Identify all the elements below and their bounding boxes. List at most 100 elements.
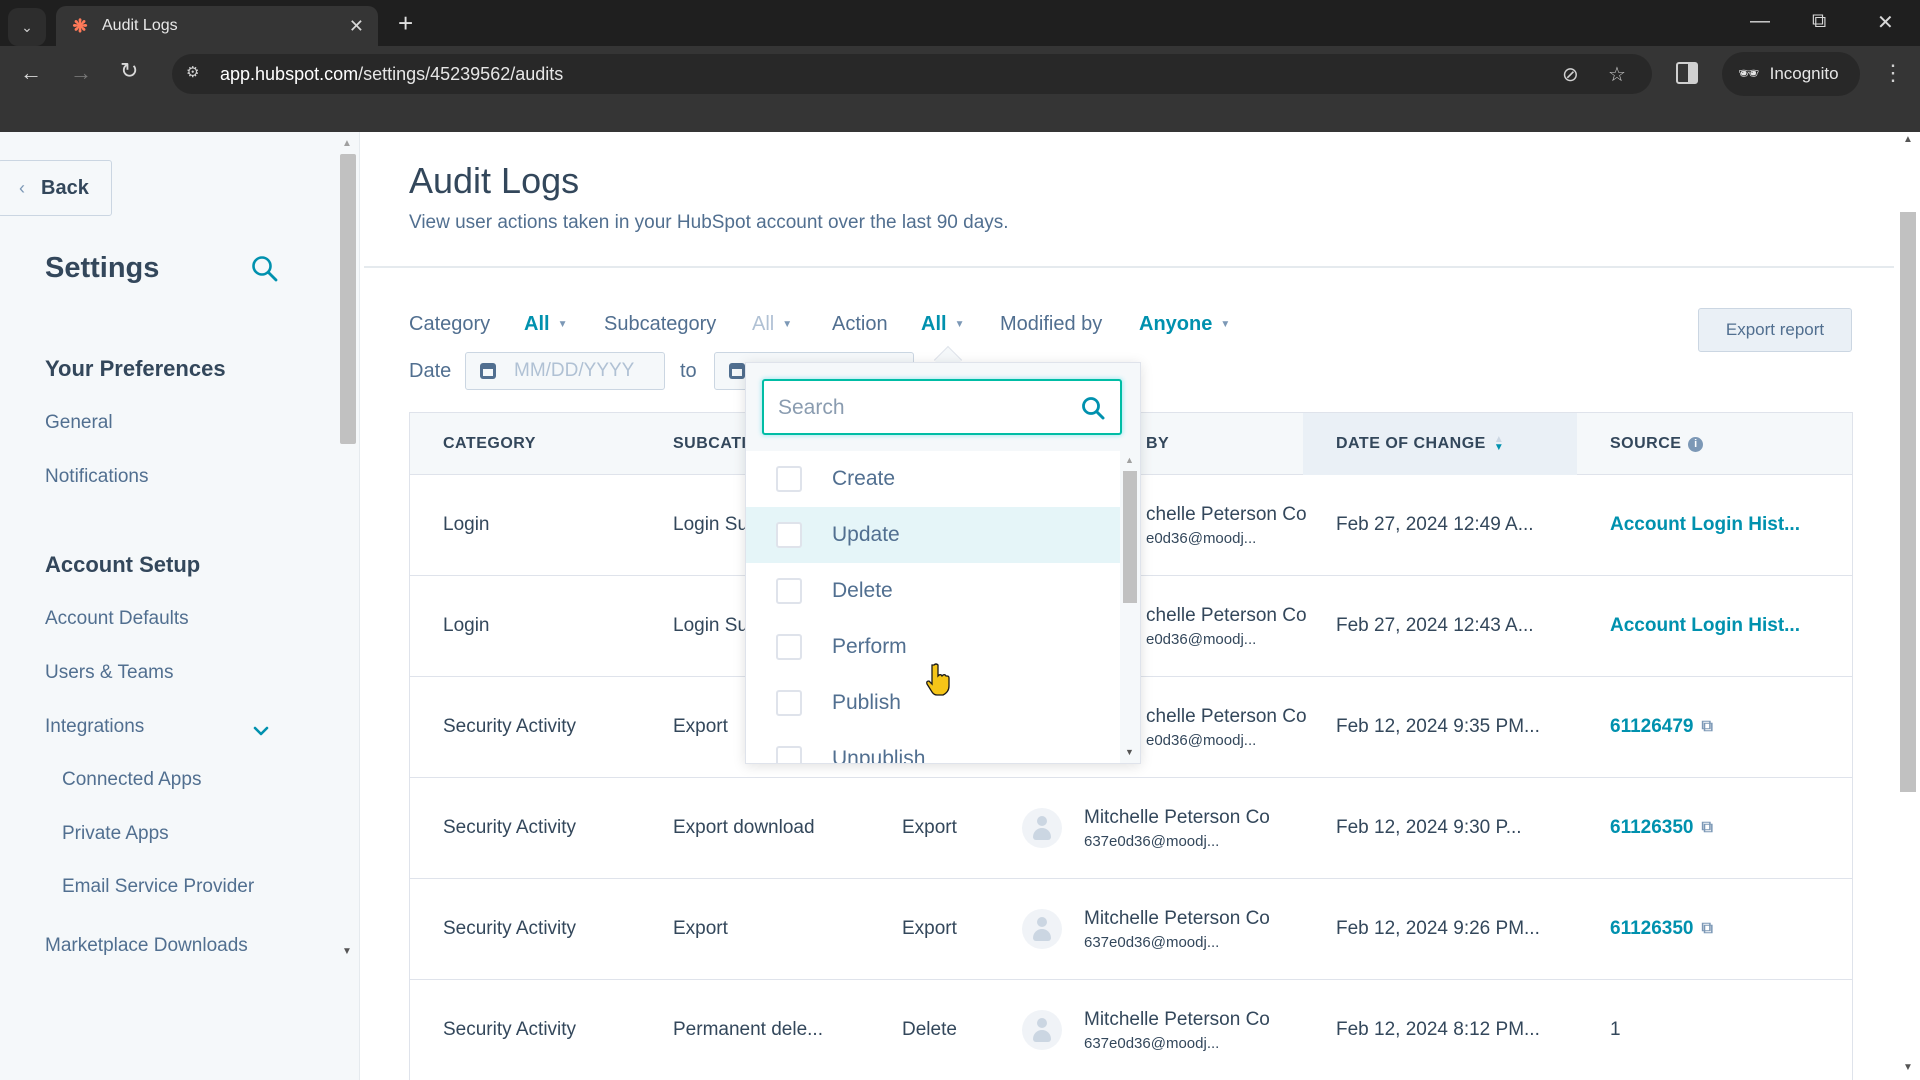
reload-icon[interactable]: ↻ [120,58,138,84]
cell-date: Feb 27, 2024 12:43 A... [1336,615,1534,636]
source-link[interactable]: 61126350 ⧉ [1610,778,1713,878]
action-option-delete[interactable]: Delete [746,563,1124,619]
page-scrollbar-thumb[interactable] [1900,212,1916,792]
search-icon [1082,397,1105,420]
action-filter-dropdown[interactable]: All ▼ [921,313,964,336]
cell-modified-by: Mitchelle Peterson Co 637e0d36@moodj... [1022,879,1270,979]
scroll-up-arrow-icon[interactable]: ▲ [1903,134,1913,145]
checkbox[interactable] [776,466,802,492]
scroll-up-arrow-icon[interactable]: ▲ [1125,455,1134,465]
minimize-window-icon[interactable]: — [1750,10,1770,33]
sidebar-item-notifications[interactable]: Notifications [45,466,149,488]
checkbox[interactable] [776,690,802,716]
header-divider [364,266,1894,268]
back-arrow-icon[interactable]: ← [20,60,42,86]
column-header-subcategory[interactable]: SUBCATI [673,413,746,475]
checkbox[interactable] [776,746,802,763]
date-of-change-label: DATE OF CHANGE [1336,435,1486,452]
action-search-input[interactable] [778,393,1078,423]
cell-subcategory: Export [673,716,728,737]
settings-title: Settings [45,252,160,284]
sidebar-item-private-apps[interactable]: Private Apps [62,823,169,845]
external-link-icon: ⧉ [1701,718,1713,735]
column-header-source[interactable]: SOURCE i [1610,413,1704,475]
back-button[interactable]: ‹ Back [0,160,112,216]
modified-by-filter-dropdown[interactable]: Anyone ▼ [1139,313,1230,336]
new-tab-button[interactable]: + [398,10,413,36]
subcategory-filter-label: Subcategory [604,313,717,335]
action-option-create[interactable]: Create [746,451,1124,507]
incognito-badge[interactable]: 🕶 Incognito [1722,52,1860,96]
bookmark-star-icon[interactable]: ☆ [1608,62,1626,87]
url-path: /settings/45239562/audits [358,64,564,84]
category-filter-dropdown[interactable]: All ▼ [524,313,567,336]
option-label: Update [832,523,900,546]
table-row: Security Activity Permanent dele... Dele… [410,980,1852,1080]
cell-category: Login [443,514,490,535]
action-option-update[interactable]: Update [746,507,1124,563]
table-row: Security Activity Export download Export… [410,778,1852,879]
source-link[interactable]: 61126350 ⧉ [1610,879,1713,979]
site-info-icon[interactable]: ⚙ [186,63,210,85]
close-window-icon[interactable]: ✕ [1877,10,1894,35]
cell-category: Security Activity [443,918,577,939]
eye-slash-icon[interactable]: ⊘ [1562,62,1579,87]
user-name: chelle Peterson Co [1146,604,1307,626]
sidebar-item-connected-apps[interactable]: Connected Apps [62,769,201,791]
sidebar-item-integrations[interactable]: Integrations [45,716,144,738]
date-from-input[interactable]: MM/DD/YYYY [465,352,665,390]
search-icon[interactable] [250,254,280,284]
export-report-button[interactable]: Export report [1698,308,1852,352]
option-label: Unpublish [832,747,926,763]
action-option-unpublish[interactable]: Unpublish [746,731,1124,763]
source-link[interactable]: Account Login Hist... [1610,475,1800,575]
cell-modified-by: chelle Peterson Co e0d36@moodj... [1146,576,1307,676]
scroll-up-arrow-icon[interactable]: ▲ [342,138,352,149]
sidebar-item-general[interactable]: General [45,412,113,434]
source-link[interactable]: 61126479 ⧉ [1610,677,1713,777]
source-link[interactable]: Account Login Hist... [1610,576,1800,676]
browser-menu-icon[interactable]: ⋮ [1882,60,1904,86]
checkbox[interactable] [776,634,802,660]
url-text[interactable]: app.hubspot.com/settings/45239562/audits [220,64,563,85]
user-email: 637e0d36@moodj... [1084,1034,1220,1052]
calendar-icon [480,363,496,379]
checkbox[interactable] [776,578,802,604]
sidebar-item-email-service-provider[interactable]: Email Service Provider [62,876,254,898]
scroll-down-arrow-icon[interactable]: ▼ [1903,1062,1913,1073]
forward-arrow-icon[interactable]: → [70,60,92,86]
action-options-list: Create Update Delete Perform Publish Unp… [746,451,1124,763]
column-header-category[interactable]: CATEGORY [443,413,536,475]
column-header-modified-by[interactable]: BY [1146,413,1169,475]
checkbox[interactable] [776,522,802,548]
caret-down-icon: ▼ [557,319,568,331]
cell-subcategory: Export [673,918,728,939]
info-icon[interactable]: i [1688,436,1704,452]
column-header-date-of-change[interactable]: DATE OF CHANGE ▲ ▼ [1303,413,1577,475]
address-bar[interactable]: ⚙ app.hubspot.com/settings/45239562/audi… [172,54,1652,94]
cell-modified-by: Mitchelle Peterson Co 637e0d36@moodj... [1022,980,1270,1080]
cell-subcategory: Login Su [673,514,749,535]
page-title: Audit Logs [409,160,580,201]
incognito-label: Incognito [1769,64,1839,83]
scroll-down-arrow-icon[interactable]: ▼ [342,946,352,957]
sidebar-item-account-defaults[interactable]: Account Defaults [45,608,189,630]
sidebar-item-marketplace-downloads[interactable]: Marketplace Downloads [45,935,248,957]
restore-window-icon[interactable]: ⧉ [1812,10,1826,33]
sidebar-scrollbar-thumb[interactable] [340,154,356,444]
action-search-field[interactable] [762,379,1122,435]
dropdown-scrollbar-thumb[interactable] [1123,471,1137,603]
calendar-icon [729,363,745,379]
side-panel-icon[interactable] [1676,62,1698,84]
browser-tab-active[interactable]: ❋ Audit Logs ✕ [56,6,378,46]
avatar [1022,909,1062,949]
scroll-down-arrow-icon[interactable]: ▼ [1125,747,1134,757]
back-label: Back [41,176,89,199]
sidebar-item-users-teams[interactable]: Users & Teams [45,662,173,684]
close-tab-icon[interactable]: ✕ [349,16,364,37]
subcategory-filter-dropdown[interactable]: All ▼ [752,313,792,336]
tab-search-button[interactable]: ⌄ [8,8,46,46]
user-email: e0d36@moodj... [1146,630,1257,648]
category-filter-value: All [524,313,550,335]
chevron-down-icon[interactable] [252,722,270,740]
